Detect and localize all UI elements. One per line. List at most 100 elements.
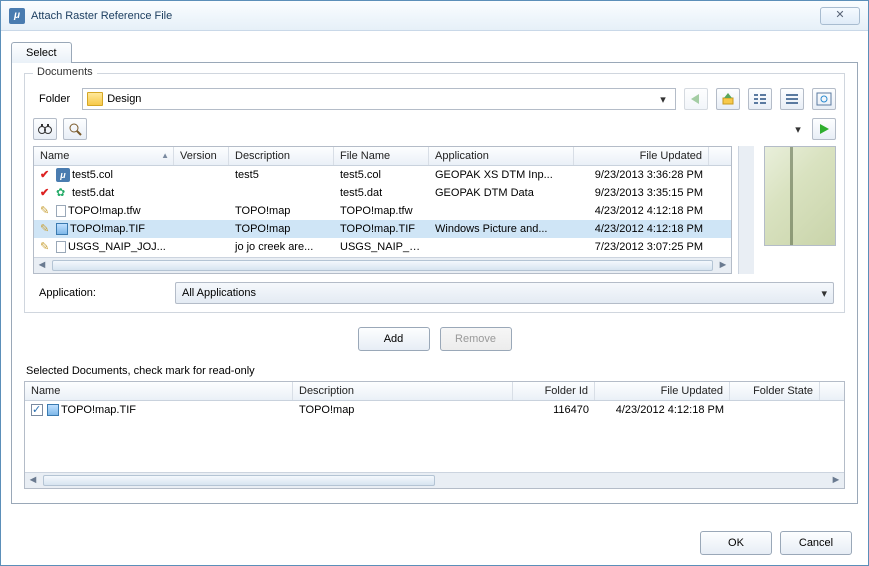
readonly-checkbox[interactable] [31,404,43,416]
col-version[interactable]: Version [174,147,229,165]
cell-updated: 7/23/2012 3:07:25 PM [574,239,709,255]
cell-description: TOPO!map [293,402,513,418]
col-name: Name▲ [34,147,174,165]
preview-thumbnail [764,146,836,246]
application-value: All Applications [182,287,256,299]
dialog-window: μ Attach Raster Reference File ✕ Select … [0,0,869,566]
sel-col-name[interactable]: Name [25,382,293,400]
cell-updated: 4/23/2012 4:12:18 PM [574,203,709,219]
cell-application: GEOPAK XS DTM Inp... [429,167,574,183]
folder-value: Design [107,93,141,105]
documents-group: Documents Folder Design ▾ [24,73,845,313]
sel-col-folderid[interactable]: Folder Id [513,382,595,400]
cell-description: test5 [229,167,334,183]
cell-updated: 9/23/2013 3:36:28 PM [574,167,709,183]
application-combo[interactable]: All Applications ▾ [175,282,834,304]
cell-name: USGS_NAIP_JOJ... [68,241,166,253]
search-magnifier-button[interactable] [63,118,87,140]
cell-filename: test5.col [334,167,429,183]
cell-description [229,191,334,195]
sort-asc-icon: ▲ [161,151,169,160]
table-row[interactable]: ✔✿test5.dattest5.datGEOPAK DTM Data9/23/… [34,184,731,202]
cell-name: TOPO!map.TIF [61,404,136,416]
table-row[interactable]: ✎TOPO!map.TIFTOPO!mapTOPO!map.TIFWindows… [34,220,731,238]
cell-version [174,227,229,231]
selected-hscrollbar[interactable]: ◄► [25,472,844,488]
cell-name: test5.dat [72,187,114,199]
cell-application [429,245,574,249]
cell-state [730,408,820,412]
folder-combo[interactable]: Design ▾ [82,88,676,110]
sel-col-updated[interactable]: File Updated [595,382,730,400]
cell-filename: TOPO!map.TIF [334,221,429,237]
gear-icon: ✿ [56,186,70,200]
sel-col-state[interactable]: Folder State [730,382,820,400]
documents-headers[interactable]: Name▲ Version Description File Name Appl… [34,147,731,166]
selected-headers[interactable]: Name Description Folder Id File Updated … [25,382,844,401]
pencil-icon: ✎ [40,204,54,218]
documents-hscrollbar[interactable]: ◄► [34,257,731,273]
documents-table[interactable]: Name▲ Version Description File Name Appl… [33,146,732,274]
cell-application: GEOPAK DTM Data [429,185,574,201]
table-row[interactable]: ✎ USGS_NAIP_JOJ... jo jo creek are...USGS_… [34,238,731,256]
cell-name: test5.col [72,169,113,181]
col-updated[interactable]: File Updated [574,147,709,165]
cell-updated: 4/23/2012 4:12:18 PM [595,402,730,418]
close-button[interactable]: ✕ [820,7,860,25]
tabstrip: Select [11,41,858,62]
cell-version [174,191,229,195]
add-button[interactable]: Add [358,327,430,351]
window-title: Attach Raster Reference File [31,10,820,22]
cell-version [174,209,229,213]
nav-up-button[interactable] [716,88,740,110]
image-icon [47,404,59,416]
cell-description: jo jo creek are... [229,239,334,255]
cell-description: TOPO!map [229,221,334,237]
col-filename[interactable]: File Name [334,147,429,165]
search-dropdown-arrow[interactable]: ▾ [790,123,806,136]
documents-vscrollbar[interactable] [738,146,754,274]
cell-folderid: 116470 [513,402,595,418]
cell-updated: 9/23/2013 3:35:15 PM [574,185,709,201]
table-row[interactable]: ✎TOPO!map.tfwTOPO!mapTOPO!map.tfw4/23/20… [34,202,731,220]
cell-updated: 4/23/2012 4:12:18 PM [574,221,709,237]
ok-button[interactable]: OK [700,531,772,555]
cell-version [174,173,229,177]
cell-description: TOPO!map [229,203,334,219]
app-icon: μ [9,8,25,24]
application-label: Application: [39,287,167,299]
chevron-down-icon: ▾ [655,93,671,106]
check-icon: ✔ [40,186,54,200]
tab-select[interactable]: Select [11,42,72,63]
document-icon [56,241,66,253]
pencil-icon: ✎ [40,240,54,254]
mu-icon: μ [56,168,70,182]
cell-application [429,209,574,213]
tab-panel: Documents Folder Design ▾ [11,62,858,504]
nav-back-button[interactable] [684,88,708,110]
selected-legend: Selected Documents, check mark for read-… [26,365,845,377]
titlebar[interactable]: μ Attach Raster Reference File ✕ [1,1,868,31]
folder-label: Folder [39,93,70,105]
cancel-button[interactable]: Cancel [780,531,852,555]
image-icon [56,223,68,235]
cell-application: Windows Picture and... [429,221,574,237]
cell-filename: TOPO!map.tfw [334,203,429,219]
selected-table[interactable]: Name Description Folder Id File Updated … [24,381,845,489]
col-application[interactable]: Application [429,147,574,165]
remove-button[interactable]: Remove [440,327,512,351]
search-binoculars-button[interactable] [33,118,57,140]
table-row[interactable]: TOPO!map.TIF TOPO!map1164704/23/2012 4:12… [25,401,844,419]
table-row[interactable]: ✔μtest5.coltest5test5.colGEOPAK XS DTM I… [34,166,731,184]
sel-col-description[interactable]: Description [293,382,513,400]
cell-name: TOPO!map.tfw [68,205,141,217]
documents-legend: Documents [33,66,97,78]
col-description[interactable]: Description [229,147,334,165]
cell-name: TOPO!map.TIF [70,223,145,235]
preview-toggle-button[interactable] [812,88,836,110]
search-run-button[interactable] [812,118,836,140]
view-list-button[interactable] [748,88,772,110]
cell-filename: USGS_NAIP_J... [334,239,429,255]
document-icon [56,205,66,217]
view-details-button[interactable] [780,88,804,110]
